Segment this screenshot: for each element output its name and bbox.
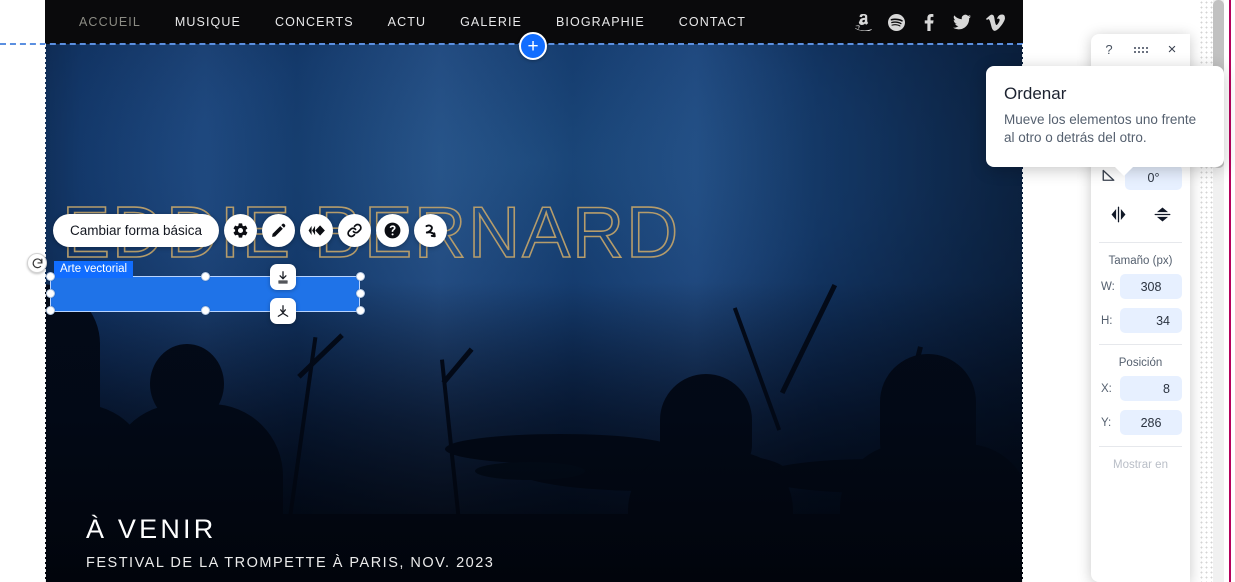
browser-edge-line: [1229, 0, 1231, 582]
arrange-tooltip: Ordenar Mueve los elementos uno frente a…: [986, 66, 1224, 176]
design-pen-icon[interactable]: [262, 214, 296, 247]
nav-item-actu[interactable]: ACTU: [371, 15, 443, 29]
tooltip-title: Ordenar: [1004, 84, 1067, 103]
height-input[interactable]: 34: [1120, 308, 1182, 333]
tooltip-arrow: [1114, 165, 1134, 176]
concert-photo-silhouettes: [0, 44, 1023, 582]
vimeo-icon[interactable]: [985, 12, 1005, 32]
social-links: [853, 0, 1005, 44]
pos-x-field-row: X: 8: [1091, 376, 1190, 410]
resize-handle-bottom-right[interactable]: [356, 306, 365, 315]
pos-x-label: X:: [1101, 382, 1112, 395]
height-field-row: H: 34: [1091, 308, 1190, 342]
tooltip-text: Mueve los elementos uno frente al otro o…: [1004, 112, 1197, 145]
nav-item-musique[interactable]: MUSIQUE: [158, 15, 258, 29]
spotify-icon[interactable]: [886, 12, 906, 32]
nav-item-concerts[interactable]: CONCERTS: [258, 15, 371, 29]
editor-left-gutter: [0, 0, 45, 582]
width-field-row: W: 308: [1091, 274, 1190, 308]
close-icon[interactable]: ×: [1164, 41, 1180, 58]
link-icon[interactable]: [338, 214, 372, 247]
selection-label: Arte vectorial: [54, 261, 134, 278]
position-group-title: Posición: [1118, 357, 1163, 369]
facebook-icon[interactable]: [919, 12, 939, 32]
flip-vertical-icon[interactable]: [1143, 198, 1184, 230]
panel-divider-4: [1099, 446, 1182, 447]
drag-handle-icon[interactable]: [1133, 42, 1149, 58]
resize-handle-bottom-center[interactable]: [201, 306, 210, 315]
site-nav: ACCUEIL MUSIQUE CONCERTS ACTU GALERIE BI…: [62, 15, 763, 29]
flip-tools-row: [1091, 196, 1190, 240]
upcoming-block: À VENIR FESTIVAL DE LA TROMPETTE À PARIS…: [86, 514, 494, 582]
add-section-button[interactable]: +: [519, 32, 547, 60]
panel-divider-2: [1099, 242, 1182, 243]
pos-y-field-row: Y: 286: [1091, 410, 1190, 444]
amazon-icon[interactable]: [853, 12, 873, 32]
panel-header: ? ×: [1091, 34, 1190, 65]
effects-curve-icon[interactable]: [414, 214, 448, 247]
dock-to-bottom-icon[interactable]: [270, 298, 296, 324]
resize-handle-top-left[interactable]: [46, 272, 55, 281]
site-header: ACCUEIL MUSIQUE CONCERTS ACTU GALERIE BI…: [0, 0, 1023, 44]
panel-divider-3: [1099, 344, 1182, 345]
flip-horizontal-icon[interactable]: [1098, 198, 1139, 230]
pos-y-input[interactable]: 286: [1120, 410, 1182, 435]
height-label: H:: [1101, 314, 1113, 327]
editor-root: ACCUEIL MUSIQUE CONCERTS ACTU GALERIE BI…: [0, 0, 1235, 582]
resize-handle-top-right[interactable]: [356, 272, 365, 281]
resize-handle-top-center[interactable]: [201, 272, 210, 281]
nav-item-contact[interactable]: CONTACT: [662, 15, 763, 29]
rotate-icon[interactable]: [27, 253, 47, 273]
hero-section: EDDIE BERNARD À VENIR FESTIVAL DE LA TRO…: [0, 44, 1023, 582]
resize-handle-middle-left[interactable]: [46, 289, 55, 298]
resize-handle-middle-right[interactable]: [356, 289, 365, 298]
show-on-group-title: Mostrar en: [1113, 459, 1168, 471]
width-label: W:: [1101, 280, 1115, 293]
nav-item-accueil[interactable]: ACCUEIL: [62, 15, 158, 29]
section-boundary-guide: [0, 43, 1023, 45]
resize-handle-bottom-left[interactable]: [46, 306, 55, 315]
panel-help-icon[interactable]: ?: [1101, 42, 1117, 58]
upcoming-subtitle: FESTIVAL DE LA TROMPETTE À PARIS, NOV. 2…: [86, 555, 495, 571]
size-group-title: Tamaño (px): [1108, 255, 1173, 267]
element-float-toolbar: Cambiar forma básica: [53, 214, 448, 247]
pos-y-label: Y:: [1101, 416, 1112, 429]
upcoming-heading: À VENIR: [86, 514, 217, 544]
help-icon[interactable]: [376, 214, 410, 247]
twitter-icon[interactable]: [952, 12, 972, 32]
nav-item-galerie[interactable]: GALERIE: [443, 15, 539, 29]
settings-gear-icon[interactable]: [224, 214, 258, 247]
nav-item-biographie[interactable]: BIOGRAPHIE: [539, 15, 662, 29]
width-input[interactable]: 308: [1120, 274, 1182, 299]
pos-x-input[interactable]: 8: [1120, 376, 1182, 401]
change-shape-button[interactable]: Cambiar forma básica: [53, 214, 220, 247]
dock-to-top-icon[interactable]: [270, 264, 296, 290]
animation-icon[interactable]: [300, 214, 334, 247]
